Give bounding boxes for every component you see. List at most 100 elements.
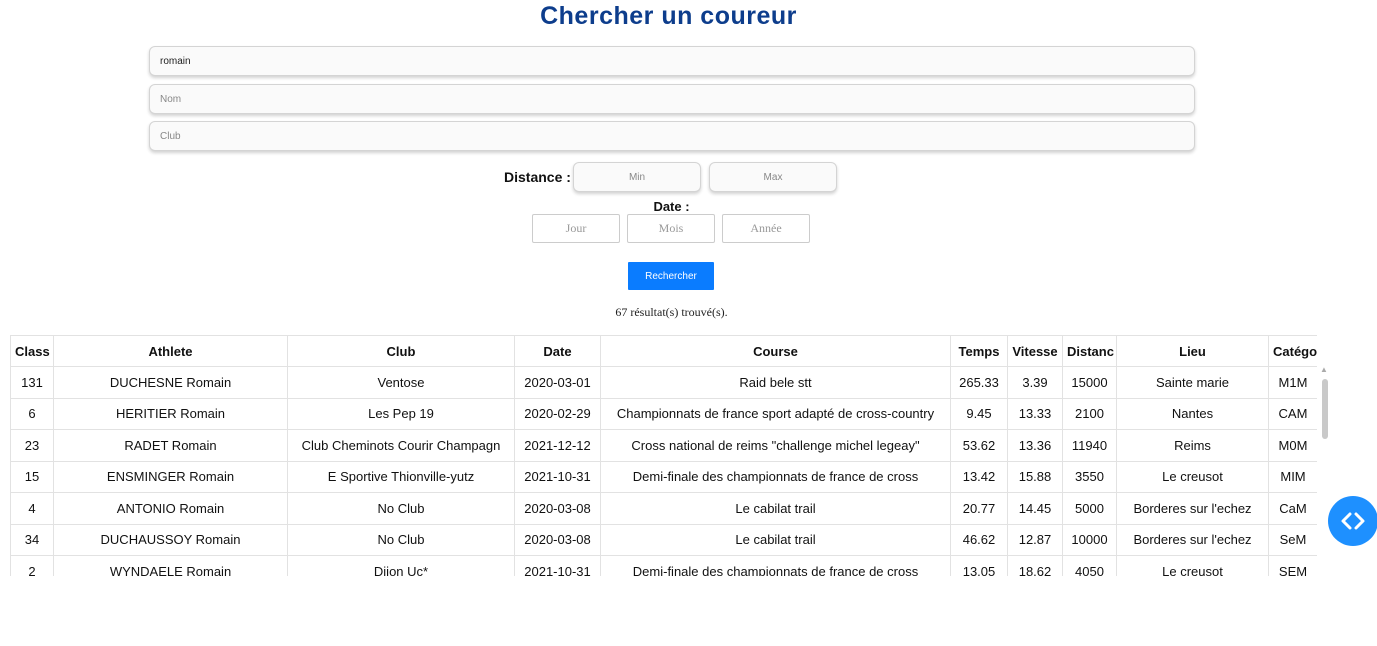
cell-temps: 53.62 xyxy=(950,429,1008,462)
cell-temps: 20.77 xyxy=(950,492,1008,525)
date-label: Date : xyxy=(653,199,690,214)
cell-club: Club Cheminots Courir Champagn xyxy=(287,429,515,462)
cell-club: No Club xyxy=(287,523,515,556)
annee-input[interactable] xyxy=(722,214,810,243)
cell-vitesse: 18.62 xyxy=(1007,555,1063,576)
distance-min-input[interactable] xyxy=(573,162,701,192)
table-header-row: Class Athlete Club Date Course Temps Vit… xyxy=(10,335,1317,367)
cell-club: Dijon Uc* xyxy=(287,555,515,576)
header-club[interactable]: Club xyxy=(287,335,515,367)
header-vitesse[interactable]: Vitesse xyxy=(1007,335,1063,367)
page-title: Chercher un coureur xyxy=(540,2,797,30)
cell-categorie: CAM xyxy=(1268,397,1317,430)
table-row: 2 WYNDAELE Romain Dijon Uc* 2021-10-31 D… xyxy=(10,555,1317,576)
mois-input[interactable] xyxy=(627,214,715,243)
table-row: 23 RADET Romain Club Cheminots Courir Ch… xyxy=(10,429,1317,462)
cell-distance: 11940 xyxy=(1062,429,1117,462)
header-athlete[interactable]: Athlete xyxy=(53,335,288,367)
cell-distance: 3550 xyxy=(1062,460,1117,493)
club-input[interactable] xyxy=(149,121,1195,151)
cell-athlete: ANTONIO Romain xyxy=(53,492,288,525)
cell-categorie: SEM xyxy=(1268,555,1317,576)
distance-max-input[interactable] xyxy=(709,162,837,192)
header-categorie[interactable]: Catégo xyxy=(1268,335,1317,367)
cell-temps: 46.62 xyxy=(950,523,1008,556)
cell-date: 2020-03-01 xyxy=(514,366,601,399)
cell-class: 6 xyxy=(10,397,54,430)
cell-vitesse: 15.88 xyxy=(1007,460,1063,493)
distance-label: Distance : xyxy=(504,169,571,185)
cell-categorie: CaM xyxy=(1268,492,1317,525)
cell-lieu: Reims xyxy=(1116,429,1269,462)
cell-lieu: Nantes xyxy=(1116,397,1269,430)
prenom-input[interactable] xyxy=(149,46,1195,76)
cell-lieu: Le creusot xyxy=(1116,555,1269,576)
cell-lieu: Borderes sur l'echez xyxy=(1116,523,1269,556)
search-button[interactable]: Rechercher xyxy=(628,262,714,290)
cell-class: 34 xyxy=(10,523,54,556)
scroll-up-icon[interactable]: ▲ xyxy=(1320,366,1328,374)
header-distance[interactable]: Distanc xyxy=(1062,335,1117,367)
cell-distance: 10000 xyxy=(1062,523,1117,556)
cell-athlete: RADET Romain xyxy=(53,429,288,462)
cell-class: 2 xyxy=(10,555,54,576)
header-class[interactable]: Class xyxy=(10,335,54,367)
cell-club: Ventose xyxy=(287,366,515,399)
header-lieu[interactable]: Lieu xyxy=(1116,335,1269,367)
results-count: 67 résultat(s) trouvé(s). xyxy=(615,305,728,319)
cell-lieu: Sainte marie xyxy=(1116,366,1269,399)
cell-categorie: M1M xyxy=(1268,366,1317,399)
cell-date: 2020-03-08 xyxy=(514,523,601,556)
table-row: 15 ENSMINGER Romain E Sportive Thionvill… xyxy=(10,460,1317,493)
cell-athlete: WYNDAELE Romain xyxy=(53,555,288,576)
cell-temps: 9.45 xyxy=(950,397,1008,430)
cell-categorie: MIM xyxy=(1268,460,1317,493)
results-table-container[interactable]: Class Athlete Club Date Course Temps Vit… xyxy=(10,335,1317,576)
cell-lieu: Le creusot xyxy=(1116,460,1269,493)
cell-class: 131 xyxy=(10,366,54,399)
cell-course: Championnats de france sport adapté de c… xyxy=(600,397,951,430)
scrollbar-thumb[interactable] xyxy=(1322,379,1328,439)
jour-input[interactable] xyxy=(532,214,620,243)
cell-course: Le cabilat trail xyxy=(600,523,951,556)
results-table: Class Athlete Club Date Course Temps Vit… xyxy=(10,335,1317,576)
cell-categorie: SeM xyxy=(1268,523,1317,556)
cell-temps: 13.05 xyxy=(950,555,1008,576)
cell-distance: 5000 xyxy=(1062,492,1117,525)
cell-date: 2020-02-29 xyxy=(514,397,601,430)
cell-athlete: ENSMINGER Romain xyxy=(53,460,288,493)
cell-athlete: DUCHAUSSOY Romain xyxy=(53,523,288,556)
cell-vitesse: 3.39 xyxy=(1007,366,1063,399)
cell-class: 4 xyxy=(10,492,54,525)
cell-course: Demi-finale des championnats de france d… xyxy=(600,460,951,493)
cell-temps: 13.42 xyxy=(950,460,1008,493)
cell-date: 2021-10-31 xyxy=(514,460,601,493)
cell-club: Les Pep 19 xyxy=(287,397,515,430)
cell-date: 2020-03-08 xyxy=(514,492,601,525)
cell-categorie: M0M xyxy=(1268,429,1317,462)
cell-athlete: HERITIER Romain xyxy=(53,397,288,430)
table-row: 131 DUCHESNE Romain Ventose 2020-03-01 R… xyxy=(10,366,1317,399)
cell-course: Demi-finale des championnats de france d… xyxy=(600,555,951,576)
header-course[interactable]: Course xyxy=(600,335,951,367)
cell-distance: 2100 xyxy=(1062,397,1117,430)
header-date[interactable]: Date xyxy=(514,335,601,367)
table-row: 34 DUCHAUSSOY Romain No Club 2020-03-08 … xyxy=(10,523,1317,556)
cell-course: Raid bele stt xyxy=(600,366,951,399)
cell-temps: 265.33 xyxy=(950,366,1008,399)
cell-course: Le cabilat trail xyxy=(600,492,951,525)
cell-class: 15 xyxy=(10,460,54,493)
table-row: 6 HERITIER Romain Les Pep 19 2020-02-29 … xyxy=(10,397,1317,430)
cell-class: 23 xyxy=(10,429,54,462)
code-toggle-button[interactable] xyxy=(1328,496,1377,546)
cell-club: No Club xyxy=(287,492,515,525)
cell-athlete: DUCHESNE Romain xyxy=(53,366,288,399)
cell-distance: 4050 xyxy=(1062,555,1117,576)
nom-input[interactable] xyxy=(149,84,1195,114)
header-temps[interactable]: Temps xyxy=(950,335,1008,367)
table-row: 4 ANTONIO Romain No Club 2020-03-08 Le c… xyxy=(10,492,1317,525)
cell-vitesse: 12.87 xyxy=(1007,523,1063,556)
cell-club: E Sportive Thionville-yutz xyxy=(287,460,515,493)
table-scrollbar[interactable]: ▲ xyxy=(1319,366,1329,576)
cell-vitesse: 13.36 xyxy=(1007,429,1063,462)
